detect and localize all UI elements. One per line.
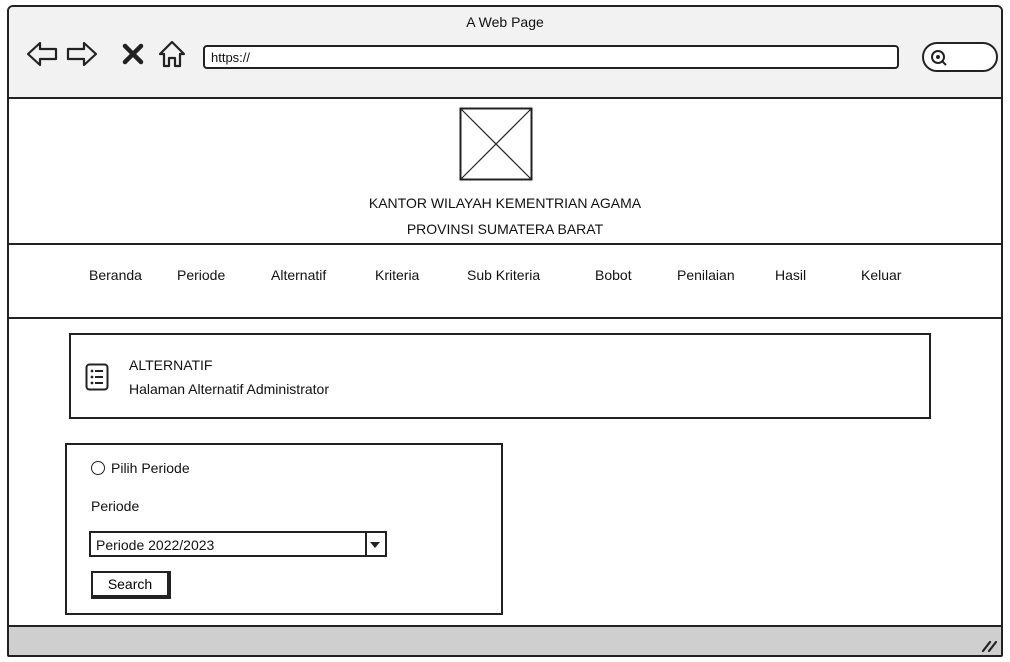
list-icon [85,363,109,391]
home-icon[interactable] [157,39,187,69]
search-icon [931,50,947,66]
menu-item-bobot[interactable]: Bobot [595,267,632,283]
page-heading-panel: ALTERNATIF Halaman Alternatif Administra… [69,333,931,419]
menu-item-beranda[interactable]: Beranda [89,267,142,283]
menu-item-hasil[interactable]: Hasil [775,267,806,283]
resize-grip-icon[interactable] [979,634,997,652]
menu-item-periode[interactable]: Periode [177,267,225,283]
period-filter-panel: Pilih Periode Periode Periode 2022/2023 … [65,443,503,615]
browser-titlebar: A Web Page https:// [9,7,1001,99]
menu-item-penilaian[interactable]: Penilaian [677,267,735,283]
browser-search-box[interactable] [922,42,998,72]
window-title: A Web Page [466,14,544,30]
pilih-periode-label: Pilih Periode [111,460,190,476]
pilih-periode-radio[interactable] [91,461,105,475]
close-icon[interactable] [121,39,145,69]
main-menu: Beranda Periode Alternatif Kriteria Sub … [9,245,1001,319]
org-name-line2: PROVINSI SUMATERA BARAT [406,221,604,237]
arrow-right-icon[interactable] [65,39,99,69]
periode-select[interactable]: Periode 2022/2023 [89,531,387,557]
status-bar [9,625,1001,655]
arrow-left-icon[interactable] [25,39,59,69]
site-header: KANTOR WILAYAH KEMENTRIAN AGAMA PROVINSI… [9,99,1001,245]
org-name-line1: KANTOR WILAYAH KEMENTRIAN AGAMA [368,195,642,211]
page-title: ALTERNATIF [129,357,213,373]
address-bar[interactable]: https:// [203,45,899,69]
page-subtitle: Halaman Alternatif Administrator [129,381,329,397]
chevron-down-icon[interactable] [365,533,385,555]
menu-item-keluar[interactable]: Keluar [861,267,901,283]
browser-window: A Web Page https:// KANTOR WILAYAH KEMEN… [7,5,1003,657]
menu-item-alternatif[interactable]: Alternatif [271,267,326,283]
menu-item-sub-kriteria[interactable]: Sub Kriteria [467,267,540,283]
image-placeholder-icon [459,107,533,181]
search-button[interactable]: Search [91,571,171,599]
periode-field-label: Periode [91,498,140,514]
menu-item-kriteria[interactable]: Kriteria [375,267,419,283]
periode-select-value: Periode 2022/2023 [96,537,215,553]
